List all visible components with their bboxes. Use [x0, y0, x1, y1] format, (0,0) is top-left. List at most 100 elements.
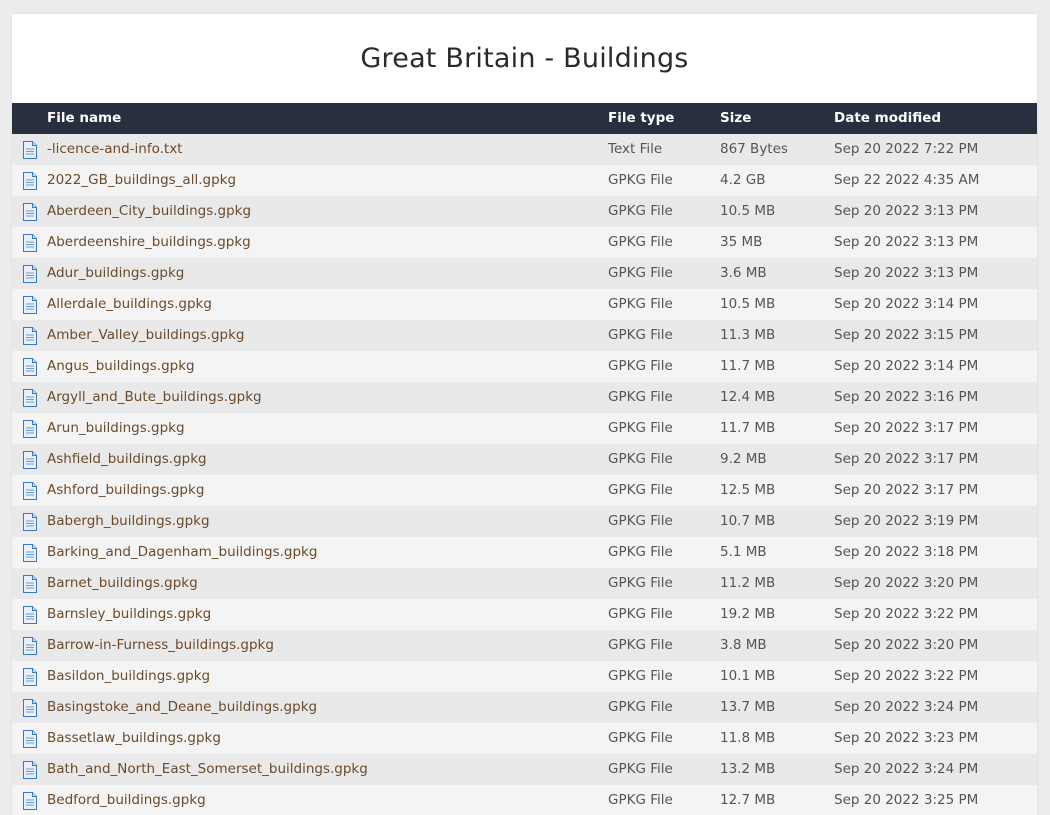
- document-icon: [22, 606, 38, 624]
- table-row[interactable]: 2022_GB_buildings_all.gpkg GPKG File 4.2 G…: [12, 165, 1037, 196]
- date-modified-cell: Sep 20 2022 3:18 PM: [834, 544, 979, 560]
- column-header-size[interactable]: Size: [720, 103, 751, 134]
- date-modified-cell: Sep 22 2022 4:35 AM: [834, 172, 980, 188]
- date-modified-cell: Sep 20 2022 3:25 PM: [834, 792, 979, 808]
- table-row[interactable]: Adur_buildings.gpkg GPKG File 3.6 MB Sep 20…: [12, 258, 1037, 289]
- file-name-link[interactable]: Barnet_buildings.gpkg: [47, 568, 198, 599]
- table-row[interactable]: -licence-and-info.txt Text File 867 Bytes S…: [12, 134, 1037, 165]
- column-header-date-modified[interactable]: Date modified: [834, 103, 941, 134]
- table-header: File name File type Size Date modified: [12, 103, 1037, 134]
- table-row[interactable]: Argyll_and_Bute_buildings.gpkg GPKG File 1…: [12, 382, 1037, 413]
- file-type-cell: GPKG File: [608, 575, 673, 591]
- file-type-cell: GPKG File: [608, 389, 673, 405]
- file-name-link[interactable]: Argyll_and_Bute_buildings.gpkg: [47, 382, 262, 413]
- date-modified-cell: Sep 20 2022 3:24 PM: [834, 761, 979, 777]
- file-type-cell: GPKG File: [608, 761, 673, 777]
- table-row[interactable]: Bassetlaw_buildings.gpkg GPKG File 11.8 MB…: [12, 723, 1037, 754]
- date-modified-cell: Sep 20 2022 3:14 PM: [834, 296, 979, 312]
- date-modified-cell: Sep 20 2022 3:14 PM: [834, 358, 979, 374]
- file-size-cell: 11.7 MB: [720, 420, 776, 436]
- file-type-cell: GPKG File: [608, 513, 673, 529]
- table-row[interactable]: Ashfield_buildings.gpkg GPKG File 9.2 MB Se…: [12, 444, 1037, 475]
- file-name-link[interactable]: Ashfield_buildings.gpkg: [47, 444, 207, 475]
- file-name-link[interactable]: Bedford_buildings.gpkg: [47, 785, 206, 815]
- file-name-link[interactable]: Barking_and_Dagenham_buildings.gpkg: [47, 537, 317, 568]
- file-size-cell: 4.2 GB: [720, 172, 766, 188]
- file-name-link[interactable]: -licence-and-info.txt: [47, 134, 182, 165]
- file-type-cell: GPKG File: [608, 606, 673, 622]
- date-modified-cell: Sep 20 2022 3:22 PM: [834, 668, 979, 684]
- date-modified-cell: Sep 20 2022 3:13 PM: [834, 203, 979, 219]
- file-name-link[interactable]: Basingstoke_and_Deane_buildings.gpkg: [47, 692, 317, 723]
- file-name-link[interactable]: Ashford_buildings.gpkg: [47, 475, 204, 506]
- file-type-cell: GPKG File: [608, 234, 673, 250]
- file-size-cell: 12.5 MB: [720, 482, 776, 498]
- table-row[interactable]: Amber_Valley_buildings.gpkg GPKG File 11.3…: [12, 320, 1037, 351]
- file-size-cell: 11.8 MB: [720, 730, 776, 746]
- column-header-file-name[interactable]: File name: [47, 103, 121, 134]
- file-type-cell: GPKG File: [608, 792, 673, 808]
- file-name-link[interactable]: Aberdeen_City_buildings.gpkg: [47, 196, 251, 227]
- table-row[interactable]: Aberdeen_City_buildings.gpkg GPKG File 10.…: [12, 196, 1037, 227]
- file-name-link[interactable]: Babergh_buildings.gpkg: [47, 506, 210, 537]
- file-type-cell: GPKG File: [608, 265, 673, 281]
- table-row[interactable]: Barrow-in-Furness_buildings.gpkg GPKG Fil…: [12, 630, 1037, 661]
- document-icon: [22, 668, 38, 686]
- file-type-cell: GPKG File: [608, 482, 673, 498]
- file-name-link[interactable]: Allerdale_buildings.gpkg: [47, 289, 212, 320]
- table-row[interactable]: Angus_buildings.gpkg GPKG File 11.7 MB Sep …: [12, 351, 1037, 382]
- file-type-cell: GPKG File: [608, 668, 673, 684]
- file-name-link[interactable]: Barrow-in-Furness_buildings.gpkg: [47, 630, 274, 661]
- date-modified-cell: Sep 20 2022 3:16 PM: [834, 389, 979, 405]
- document-icon: [22, 544, 38, 562]
- date-modified-cell: Sep 20 2022 3:20 PM: [834, 575, 979, 591]
- table-row[interactable]: Allerdale_buildings.gpkg GPKG File 10.5 MB…: [12, 289, 1037, 320]
- file-name-link[interactable]: Barnsley_buildings.gpkg: [47, 599, 211, 630]
- table-row[interactable]: Bath_and_North_East_Somerset_buildings.g…: [12, 754, 1037, 785]
- file-type-cell: GPKG File: [608, 296, 673, 312]
- file-type-cell: GPKG File: [608, 699, 673, 715]
- page-title: Great Britain - Buildings: [360, 43, 689, 74]
- file-name-link[interactable]: Bassetlaw_buildings.gpkg: [47, 723, 221, 754]
- document-icon: [22, 327, 38, 345]
- table-row[interactable]: Basingstoke_and_Deane_buildings.gpkg GPKG…: [12, 692, 1037, 723]
- table-row[interactable]: Barnsley_buildings.gpkg GPKG File 19.2 MB S…: [12, 599, 1037, 630]
- column-header-file-type[interactable]: File type: [608, 103, 674, 134]
- date-modified-cell: Sep 20 2022 3:19 PM: [834, 513, 979, 529]
- file-listing-card: Great Britain - Buildings File name File…: [12, 14, 1037, 815]
- document-icon: [22, 141, 38, 159]
- file-type-cell: GPKG File: [608, 172, 673, 188]
- table-row[interactable]: Ashford_buildings.gpkg GPKG File 12.5 MB Se…: [12, 475, 1037, 506]
- document-icon: [22, 482, 38, 500]
- table-row[interactable]: Barnet_buildings.gpkg GPKG File 11.2 MB Sep…: [12, 568, 1037, 599]
- file-name-link[interactable]: Angus_buildings.gpkg: [47, 351, 195, 382]
- file-name-link[interactable]: Aberdeenshire_buildings.gpkg: [47, 227, 251, 258]
- table-row[interactable]: Arun_buildings.gpkg GPKG File 11.7 MB Sep 2…: [12, 413, 1037, 444]
- file-size-cell: 10.7 MB: [720, 513, 776, 529]
- file-type-cell: GPKG File: [608, 637, 673, 653]
- file-name-link[interactable]: Adur_buildings.gpkg: [47, 258, 184, 289]
- table-row[interactable]: Barking_and_Dagenham_buildings.gpkg GPKG …: [12, 537, 1037, 568]
- file-name-link[interactable]: 2022_GB_buildings_all.gpkg: [47, 165, 236, 196]
- table-row[interactable]: Basildon_buildings.gpkg GPKG File 10.1 MB S…: [12, 661, 1037, 692]
- file-size-cell: 12.7 MB: [720, 792, 776, 808]
- document-icon: [22, 358, 38, 376]
- table-row[interactable]: Aberdeenshire_buildings.gpkg GPKG File 35 …: [12, 227, 1037, 258]
- file-size-cell: 3.8 MB: [720, 637, 767, 653]
- file-size-cell: 11.7 MB: [720, 358, 776, 374]
- file-name-link[interactable]: Bath_and_North_East_Somerset_buildings.g…: [47, 754, 368, 785]
- file-size-cell: 35 MB: [720, 234, 763, 250]
- table-row[interactable]: Babergh_buildings.gpkg GPKG File 10.7 MB Se…: [12, 506, 1037, 537]
- file-name-link[interactable]: Basildon_buildings.gpkg: [47, 661, 210, 692]
- file-type-cell: Text File: [608, 141, 663, 157]
- date-modified-cell: Sep 20 2022 3:17 PM: [834, 482, 979, 498]
- file-type-cell: GPKG File: [608, 420, 673, 436]
- file-size-cell: 12.4 MB: [720, 389, 776, 405]
- table-row[interactable]: Bedford_buildings.gpkg GPKG File 12.7 MB Se…: [12, 785, 1037, 815]
- file-name-link[interactable]: Amber_Valley_buildings.gpkg: [47, 320, 245, 351]
- file-name-link[interactable]: Arun_buildings.gpkg: [47, 413, 185, 444]
- file-type-cell: GPKG File: [608, 358, 673, 374]
- file-size-cell: 5.1 MB: [720, 544, 767, 560]
- date-modified-cell: Sep 20 2022 3:20 PM: [834, 637, 979, 653]
- file-size-cell: 10.1 MB: [720, 668, 776, 684]
